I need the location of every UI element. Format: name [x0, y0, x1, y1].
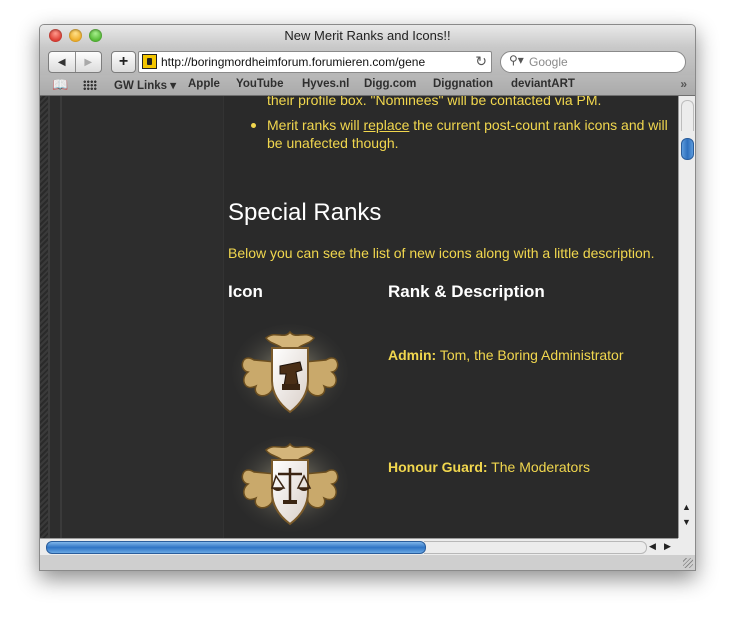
- scroll-track[interactable]: [424, 541, 647, 554]
- bookmark-deviantart[interactable]: deviantART: [511, 78, 575, 90]
- status-bar: [40, 555, 695, 570]
- partial-list-line: their profile box. "Nominees" will be co…: [267, 96, 602, 108]
- scroll-up-arrow-icon[interactable]: ▲: [682, 502, 691, 512]
- list-item: Merit ranks will replace the current pos…: [251, 116, 677, 152]
- forward-button[interactable]: ▶: [76, 52, 102, 72]
- bookmark-digg[interactable]: Digg.com: [364, 78, 416, 90]
- bookmarks-bar: 📖 GW Links ▾ Apple YouTube Hyves.nl Digg…: [40, 75, 695, 96]
- scroll-right-arrow-icon[interactable]: ▶: [664, 541, 671, 552]
- search-field[interactable]: ⚲▾ Google: [500, 51, 686, 73]
- scroll-down-arrow-icon[interactable]: ▼: [682, 517, 691, 527]
- scroll-left-arrow-icon[interactable]: ◀: [649, 541, 656, 552]
- post-body: their profile box. "Nominees" will be co…: [228, 96, 676, 538]
- address-bar[interactable]: http://boringmordheimforum.forumieren.co…: [138, 51, 492, 73]
- crest-scales-icon: [232, 436, 348, 532]
- window-title: New Merit Ranks and Icons!!: [284, 28, 451, 43]
- bookmark-gw-links[interactable]: GW Links ▾: [114, 78, 176, 92]
- more-bookmarks-button[interactable]: »: [680, 77, 687, 91]
- rank-text: The Moderators: [487, 459, 591, 475]
- magnifier-icon[interactable]: ⚲▾: [509, 53, 524, 67]
- column-header-icon: Icon: [228, 282, 263, 301]
- crest-anvil-icon: [232, 324, 348, 420]
- section-intro: Below you can see the list of new icons …: [228, 245, 655, 261]
- bookmark-diggnation[interactable]: Diggnation: [433, 78, 493, 90]
- back-button[interactable]: ◀: [49, 52, 76, 72]
- rank-row-admin: Admin: Tom, the Boring Administrator: [228, 322, 676, 422]
- book-icon[interactable]: 📖: [52, 77, 68, 93]
- left-sidebar: [40, 96, 224, 538]
- reload-icon[interactable]: ↻: [475, 53, 487, 70]
- horizontal-scroll-thumb[interactable]: [46, 541, 426, 554]
- bookmark-youtube[interactable]: YouTube: [236, 78, 283, 90]
- bookmark-hyves[interactable]: Hyves.nl: [302, 78, 349, 90]
- rules-list: Merit ranks will replace the current pos…: [228, 116, 677, 152]
- resize-grip-icon[interactable]: [683, 558, 693, 568]
- url-text[interactable]: http://boringmordheimforum.forumieren.co…: [161, 55, 465, 69]
- sidebar-divider: [60, 96, 62, 538]
- navigation-buttons: ◀ ▶: [48, 51, 102, 73]
- list-item-text: Merit ranks will: [267, 117, 364, 133]
- rank-name: Admin:: [388, 347, 437, 363]
- vertical-scrollbar[interactable]: ▲ ▼: [678, 96, 695, 538]
- title-bar: New Merit Ranks and Icons!!: [40, 25, 695, 47]
- sidebar-divider: [48, 96, 50, 538]
- rank-name: Honour Guard:: [388, 459, 488, 475]
- page-content: their profile box. "Nominees" will be co…: [40, 96, 678, 538]
- scroll-track[interactable]: [681, 100, 694, 131]
- section-title: Special Ranks: [228, 199, 382, 226]
- add-bookmark-button[interactable]: +: [111, 51, 136, 73]
- vertical-scroll-thumb[interactable]: [681, 138, 694, 160]
- bookmark-apple[interactable]: Apple: [188, 78, 220, 90]
- rank-description-honour-guard: Honour Guard: The Moderators: [388, 459, 590, 475]
- replace-link[interactable]: replace: [363, 117, 409, 133]
- site-favicon-icon: [142, 54, 157, 69]
- browser-window: New Merit Ranks and Icons!! ◀ ▶ + http:/…: [39, 24, 696, 571]
- rank-description-admin: Admin: Tom, the Boring Administrator: [388, 347, 624, 363]
- rank-text: Tom, the Boring Administrator: [436, 347, 624, 363]
- search-placeholder: Google: [529, 55, 568, 69]
- horizontal-scrollbar[interactable]: ◀ ▶: [40, 538, 678, 555]
- toolbar: ◀ ▶ + http://boringmordheimforum.forumie…: [40, 47, 695, 75]
- column-header-rank-description: Rank & Description: [388, 282, 545, 301]
- scrollbar-corner: [678, 538, 695, 555]
- sidebar-edge-pattern: [40, 96, 48, 538]
- rank-row-honour-guard: Honour Guard: The Moderators: [228, 434, 676, 534]
- grid-icon[interactable]: [83, 80, 97, 90]
